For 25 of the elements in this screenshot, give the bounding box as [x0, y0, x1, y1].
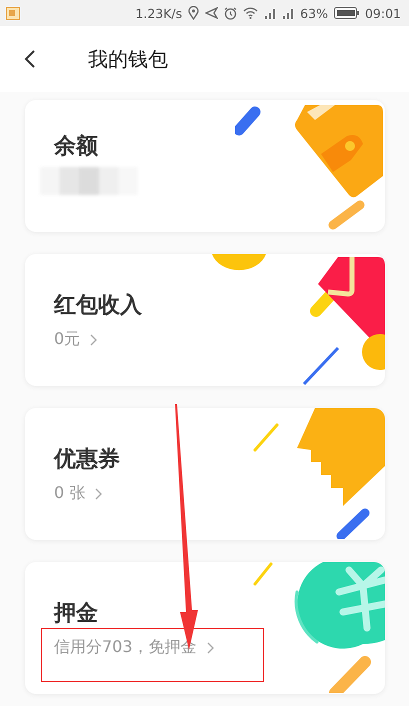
signal-icon [282, 7, 294, 19]
chevron-icon [206, 642, 214, 654]
send-icon [205, 7, 218, 19]
app-icon [6, 6, 20, 20]
page-title: 我的钱包 [88, 46, 168, 72]
location-icon [188, 6, 200, 20]
card-title: 优惠券 [54, 446, 121, 474]
card-background[interactable]: 余额 [25, 100, 385, 232]
chevron-icon [90, 334, 98, 346]
card-title: 押金 [54, 600, 99, 628]
clock-time: 09:01 [364, 6, 401, 20]
card-background[interactable]: 优惠券 0 张 [25, 408, 385, 540]
card-background[interactable]: 红包收入 0元 [25, 254, 385, 386]
back-icon [24, 49, 36, 69]
signal-icon [264, 7, 276, 19]
battery-percent: 63% [300, 6, 328, 20]
card-detail: 0元 [54, 329, 80, 350]
card-title: 余额 [54, 133, 99, 161]
network-speed: 1.23K/s [135, 6, 182, 20]
battery-icon [334, 7, 359, 19]
card-title: 红包收入 [54, 292, 143, 320]
wifi-icon [243, 7, 258, 19]
chevron-icon [95, 488, 102, 500]
card-detail: 0 张 [54, 483, 86, 504]
alarm-icon [224, 6, 238, 20]
